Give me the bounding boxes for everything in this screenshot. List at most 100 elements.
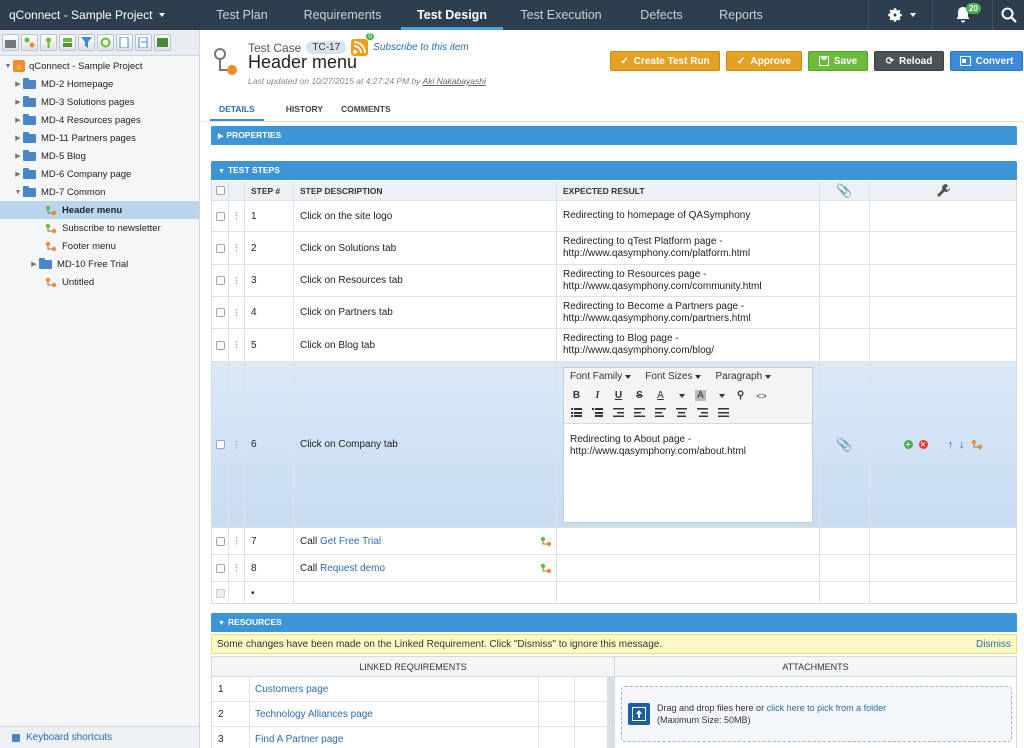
call-test-case-icon[interactable] [971, 439, 983, 450]
underline-button[interactable]: U [613, 390, 624, 401]
attachment-cell[interactable]: 📎 [820, 362, 870, 527]
drag-handle[interactable] [229, 201, 245, 231]
table-row[interactable]: 3 Find A Partner page [212, 727, 612, 748]
test-case-title[interactable]: Header menu [248, 52, 357, 73]
new-child-icon[interactable] [40, 34, 57, 51]
paperclip-icon[interactable]: 📎 [836, 437, 852, 453]
tab-test-execution[interactable]: Test Execution [503, 0, 619, 30]
row-checkbox[interactable] [215, 211, 225, 221]
delete-step-icon[interactable]: × [918, 440, 928, 449]
tree-folder[interactable]: ▼ MD-7 Common [0, 183, 199, 201]
tab-defects[interactable]: Defects [619, 0, 704, 30]
table-row[interactable]: 3 Click on Resources tab Redirecting to … [212, 265, 1016, 297]
background-color-button[interactable]: A [695, 390, 706, 401]
strikethrough-button[interactable]: S [634, 390, 645, 401]
drag-handle[interactable] [229, 265, 245, 296]
numbered-list-icon[interactable] [592, 408, 603, 417]
text-color-button[interactable]: A [655, 390, 666, 401]
tree-test-case[interactable]: Footer menu [0, 237, 199, 255]
save-button[interactable]: Save [808, 51, 868, 71]
indent-icon[interactable] [634, 408, 645, 417]
tree-folder[interactable]: ▶ MD-11 Partners pages [0, 129, 199, 147]
refresh-icon[interactable] [97, 34, 114, 51]
new-test-case-icon[interactable] [21, 34, 38, 51]
expected-result[interactable]: Redirecting to Blog page - http://www.qas… [557, 329, 820, 361]
reload-button[interactable]: ⟳ Reload [874, 51, 944, 71]
table-row[interactable]: 8 Call Request demo [212, 555, 1016, 582]
pick-folder-link[interactable]: click here to pick from a folder [767, 703, 887, 713]
table-row[interactable]: 7 Call Get Free Trial [212, 528, 1016, 555]
expected-result[interactable]: Redirecting to qTest Platform page - http… [557, 232, 820, 264]
dismiss-link[interactable]: Dismiss [976, 639, 1011, 650]
requirement-link[interactable]: Technology Alliances page [255, 709, 373, 720]
requirement-link[interactable]: Customers page [255, 684, 328, 695]
step-description[interactable]: Call Get Free Trial [294, 528, 557, 554]
italic-button[interactable]: I [592, 390, 603, 401]
tree-test-case[interactable]: Subscribe to newsletter [0, 219, 199, 237]
step-description[interactable]: Click on Company tab [294, 362, 557, 527]
search-button[interactable] [992, 0, 1024, 30]
table-row[interactable]: 5 Click on Blog tab Redirecting to Blog … [212, 329, 1016, 362]
font-sizes-dropdown[interactable]: Font Sizes [645, 371, 702, 382]
step-description[interactable] [294, 582, 557, 604]
table-row[interactable]: 1 Click on the site logo Redirecting to … [212, 201, 1016, 232]
called-test-case-link[interactable]: Request demo [320, 563, 385, 574]
drag-handle[interactable] [229, 528, 245, 554]
expand-icon[interactable]: ▶ [13, 98, 23, 106]
align-left-icon[interactable] [655, 408, 666, 417]
expected-result[interactable] [557, 555, 820, 581]
step-description[interactable]: Click on Resources tab [294, 265, 557, 296]
tab-history[interactable]: HISTORY [277, 96, 332, 121]
row-checkbox[interactable] [215, 276, 225, 285]
bullet-list-icon[interactable] [571, 408, 582, 417]
collapse-icon[interactable]: ▼ [13, 189, 23, 196]
align-justify-icon[interactable] [718, 408, 729, 417]
view-icon[interactable] [154, 34, 171, 51]
tab-comments[interactable]: COMMENTS [332, 96, 400, 121]
called-test-case-link[interactable]: Get Free Trial [320, 536, 381, 547]
add-step-icon[interactable]: + [903, 440, 913, 449]
properties-section-header[interactable]: ▶ PROPERTIES [211, 126, 1017, 145]
expected-result[interactable] [557, 528, 820, 554]
tree-test-case[interactable]: Header menu [0, 201, 199, 219]
notifications-button[interactable]: 20 [932, 0, 992, 30]
tree-folder[interactable]: ▶ MD-6 Company page [0, 165, 199, 183]
row-checkbox[interactable] [215, 243, 225, 253]
updated-by-link[interactable]: Aki Nakabayashi [423, 76, 486, 86]
create-test-run-button[interactable]: ✓ Create Test Run [610, 51, 720, 71]
row-checkbox[interactable] [215, 563, 225, 573]
expected-result[interactable] [557, 582, 820, 604]
tab-test-plan[interactable]: Test Plan [200, 0, 284, 30]
tree-test-case[interactable]: Untitled [0, 273, 199, 291]
collapse-icon[interactable]: ▼ [3, 63, 13, 70]
expand-icon[interactable]: ▶ [13, 80, 23, 88]
row-checkbox[interactable] [215, 536, 225, 546]
tree-folder[interactable]: ▶ MD-4 Resources pages [0, 111, 199, 129]
requirement-link[interactable]: Find A Partner page [255, 734, 343, 745]
expected-result[interactable]: Redirecting to homepage of QASymphony [557, 201, 820, 231]
link-icon[interactable]: ⚲ [735, 390, 746, 401]
step-description[interactable]: Click on Partners tab [294, 297, 557, 328]
select-all-checkbox[interactable] [215, 186, 225, 195]
font-family-dropdown[interactable]: Font Family [570, 371, 632, 382]
bold-button[interactable]: B [571, 390, 582, 401]
subscribe-link[interactable]: Subscribe to this item [373, 42, 469, 53]
resources-section-header[interactable]: ▼ RESOURCES [211, 613, 1017, 632]
drag-handle[interactable] [229, 297, 245, 328]
tree-folder[interactable]: ▶ MD-2 Homepage [0, 75, 199, 93]
test-steps-section-header[interactable]: ▼ TEST STEPS [211, 161, 1017, 180]
row-checkbox[interactable] [215, 440, 225, 449]
table-row-editing[interactable]: 6 Click on Company tab 📎 + × ↑ ↓ Font Fa… [212, 362, 1016, 528]
import-icon[interactable] [135, 34, 152, 51]
drag-handle[interactable] [229, 232, 245, 264]
convert-button[interactable]: Convert [950, 51, 1023, 71]
expected-result[interactable]: Redirecting to Become a Partners page -h… [557, 297, 820, 328]
tab-requirements[interactable]: Requirements [284, 0, 401, 30]
export-icon[interactable] [116, 34, 133, 51]
step-description[interactable]: Click on Solutions tab [294, 232, 557, 264]
attachment-drop-zone[interactable]: Drag and drop files here or click here t… [621, 686, 1012, 742]
outdent-icon[interactable] [613, 408, 624, 417]
new-step-row[interactable]: • [212, 582, 1016, 604]
tree-folder[interactable]: ▶ MD-3 Solutions pages [0, 93, 199, 111]
approve-button[interactable]: ✓ Approve [726, 51, 802, 71]
